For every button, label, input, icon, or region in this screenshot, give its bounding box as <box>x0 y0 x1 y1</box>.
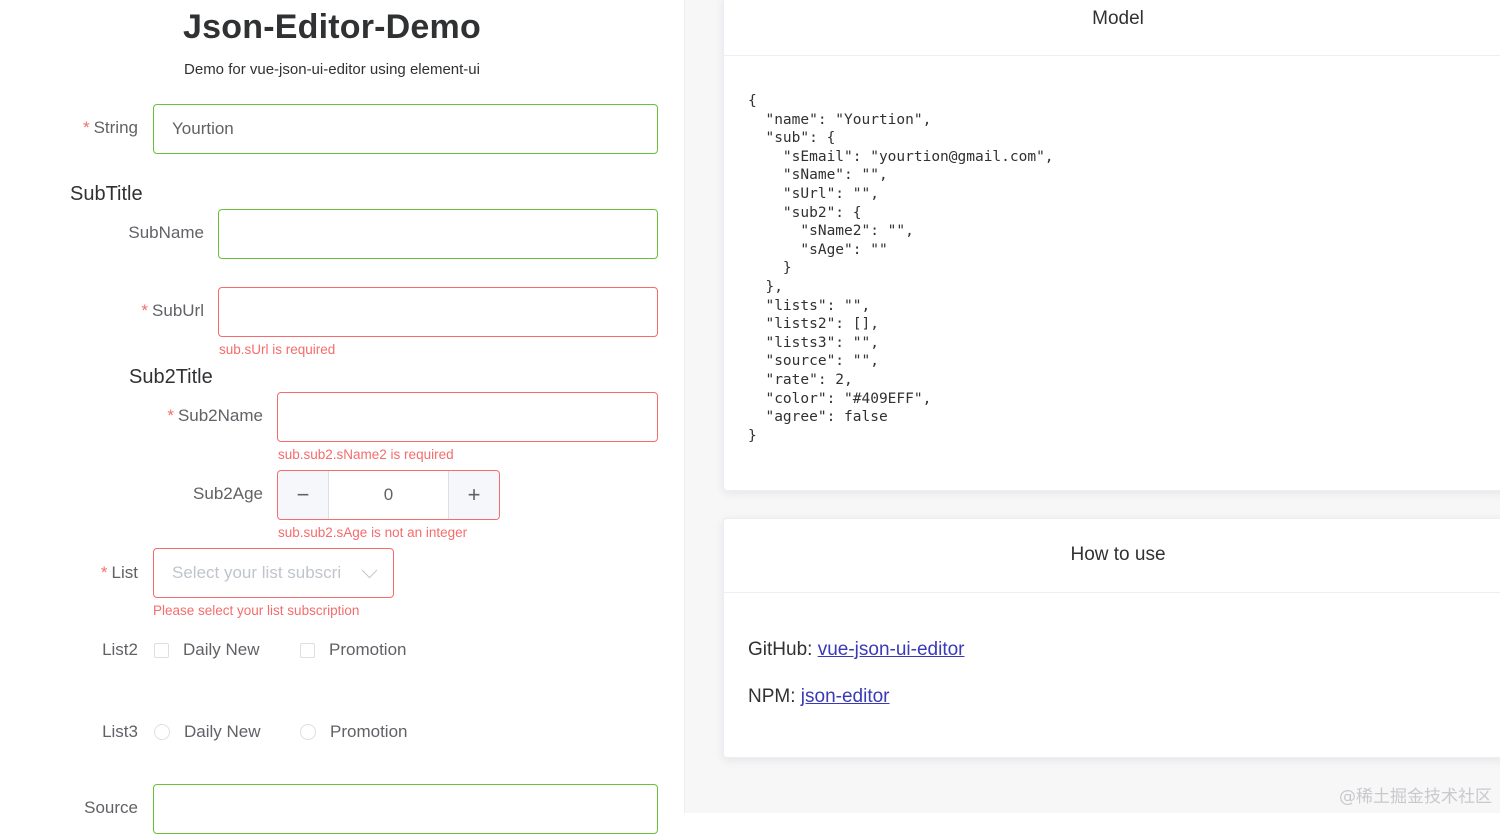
github-row: GitHub: vue-json-ui-editor <box>748 639 965 661</box>
output-pane: Model { "name": "Yourtion", "sub": { "sE… <box>685 0 1500 813</box>
form-pane: Json-Editor-Demo Demo for vue-json-ui-ed… <box>0 0 684 834</box>
model-card: Model { "name": "Yourtion", "sub": { "sE… <box>723 0 1500 491</box>
sub2name-input[interactable] <box>277 392 658 442</box>
list-error: Please select your list subscription <box>153 603 360 618</box>
list3-option-promotion[interactable]: Promotion <box>300 722 407 742</box>
github-link[interactable]: vue-json-ui-editor <box>818 639 965 660</box>
source-label: Source <box>84 798 138 817</box>
model-card-title: Model <box>724 0 1500 56</box>
required-mark: * <box>167 406 174 425</box>
npm-row: NPM: json-editor <box>748 686 890 708</box>
sub2age-label: Sub2Age <box>193 484 263 503</box>
list-select-placeholder: Select your list subscri <box>172 563 342 582</box>
subname-label: SubName <box>128 223 204 242</box>
radio-label: Promotion <box>330 722 408 741</box>
radio[interactable] <box>300 724 316 740</box>
page-subtitle: Demo for vue-json-ui-editor using elemen… <box>184 61 480 78</box>
list3-label: List3 <box>102 722 138 741</box>
model-json: { "name": "Yourtion", "sub": { "sEmail":… <box>748 93 1054 444</box>
radio-label: Daily New <box>184 722 261 741</box>
checkbox[interactable] <box>300 642 315 658</box>
increment-button[interactable]: + <box>448 471 499 519</box>
npm-link[interactable]: json-editor <box>801 686 890 707</box>
chevron-down-icon <box>361 562 378 578</box>
list-label-text: List <box>111 563 138 582</box>
page-title: Json-Editor-Demo <box>183 8 481 46</box>
string-input[interactable]: Yourtion <box>153 104 658 154</box>
subtitle-section-heading: SubTitle <box>70 183 143 205</box>
npm-label: NPM: <box>748 686 796 707</box>
list-label: * List <box>60 563 138 583</box>
list-select[interactable]: Select your list subscri <box>153 548 394 598</box>
list3-option-daily-new[interactable]: Daily New <box>154 722 261 742</box>
list2-label: List2 <box>102 640 138 659</box>
howto-card-title: How to use <box>724 519 1500 593</box>
string-label-text: String <box>93 118 138 137</box>
radio[interactable] <box>154 724 170 740</box>
sub2age-stepper[interactable]: − 0 + <box>277 470 500 520</box>
watermark: @稀土掘金技术社区 <box>1339 787 1492 807</box>
howto-card: How to use GitHub: vue-json-ui-editor NP… <box>723 518 1500 758</box>
sub2name-label-text: Sub2Name <box>177 406 263 425</box>
sub2name-label: * Sub2Name <box>140 406 263 426</box>
list2-option-daily-new[interactable]: Daily New <box>154 640 260 660</box>
suburl-error: sub.sUrl is required <box>219 342 336 357</box>
checkbox-label: Daily New <box>183 640 260 659</box>
suburl-label: * SubUrl <box>100 301 204 321</box>
required-mark: * <box>100 563 108 582</box>
list2-option-promotion[interactable]: Promotion <box>300 640 406 660</box>
source-input[interactable] <box>153 784 658 834</box>
sub2age-value[interactable]: 0 <box>329 471 448 519</box>
string-label: * String <box>60 118 138 138</box>
suburl-label-text: SubUrl <box>152 301 204 320</box>
required-mark: * <box>141 301 149 320</box>
required-mark: * <box>82 118 90 137</box>
suburl-input[interactable] <box>218 287 658 337</box>
checkbox[interactable] <box>154 642 169 658</box>
string-input-value: Yourtion <box>172 119 234 138</box>
decrement-button[interactable]: − <box>278 471 329 519</box>
sub2name-error: sub.sub2.sName2 is required <box>278 447 454 462</box>
sub2age-error: sub.sub2.sAge is not an integer <box>278 525 468 540</box>
github-label: GitHub: <box>748 639 813 660</box>
subname-input[interactable] <box>218 209 658 259</box>
checkbox-label: Promotion <box>329 640 407 659</box>
sub2title-section-heading: Sub2Title <box>129 366 213 388</box>
